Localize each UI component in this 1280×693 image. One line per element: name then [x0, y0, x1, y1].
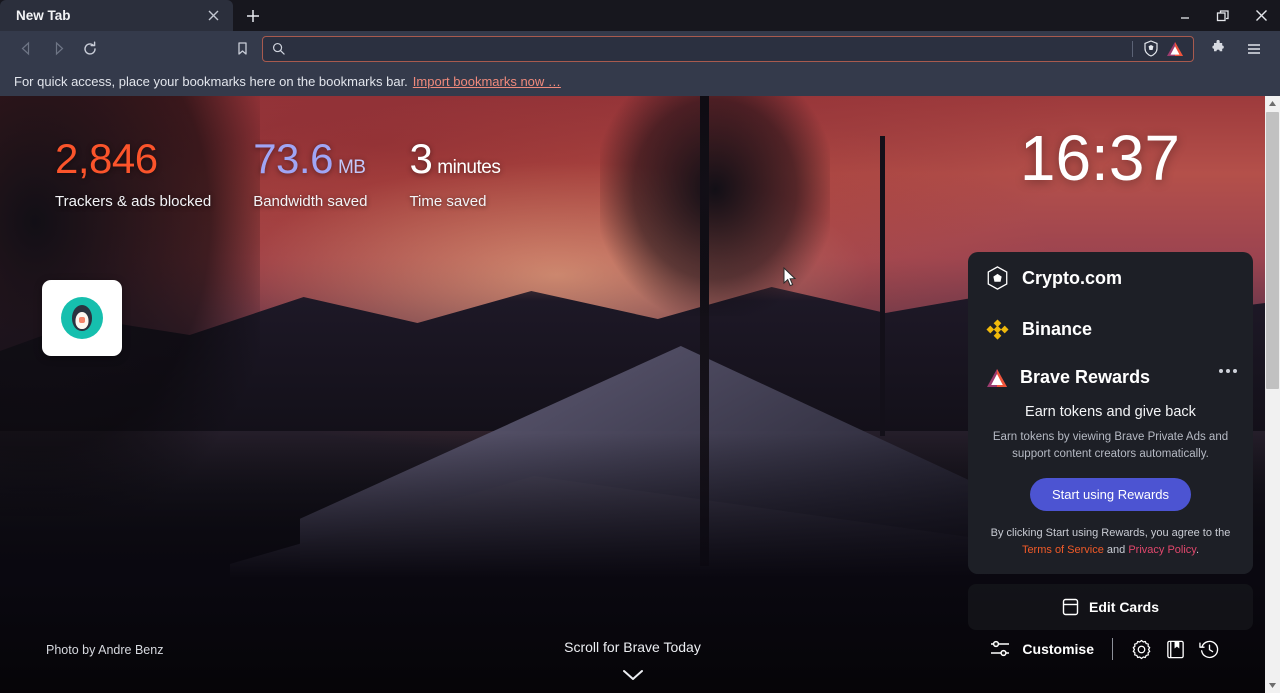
bookmarks-bar: For quick access, place your bookmarks h… — [0, 66, 1280, 96]
reload-icon — [84, 41, 96, 55]
brave-rewards-widget: Brave Rewards Earn tokens and give back … — [968, 355, 1253, 575]
hamburger-menu-icon — [1248, 43, 1260, 54]
browser-tab-new-tab[interactable]: New Tab — [0, 0, 233, 31]
extensions-button[interactable] — [1202, 34, 1234, 64]
terms-of-service-link[interactable]: Terms of Service — [1022, 544, 1104, 556]
bookmark-this-page-button[interactable] — [226, 34, 258, 64]
customise-label: Customise — [1022, 641, 1094, 657]
footer-divider — [1112, 638, 1113, 660]
scroll-hint-label: Scroll for Brave Today — [564, 639, 701, 655]
gear-icon — [1132, 639, 1151, 659]
customise-button[interactable]: Customise — [990, 640, 1094, 658]
search-icon — [272, 42, 285, 55]
rewards-header: Brave Rewards — [968, 355, 1253, 392]
forward-arrow-icon — [55, 41, 63, 56]
binance-icon — [986, 319, 1009, 340]
minimize-icon — [1181, 16, 1189, 19]
stat-label: Time saved — [409, 193, 487, 210]
brave-rewards-triangle-icon — [1167, 41, 1183, 56]
close-window-button[interactable] — [1242, 0, 1280, 31]
legal-prefix: By clicking Start using Rewards, you agr… — [990, 527, 1231, 540]
chevron-down-icon[interactable] — [622, 669, 644, 681]
stat-value: 3 — [409, 135, 433, 182]
stat-value: 2,846 — [55, 135, 158, 182]
bookmarks-bar-message: For quick access, place your bookmarks h… — [14, 73, 408, 89]
reload-button[interactable] — [74, 34, 106, 64]
binance-widget[interactable]: Binance — [968, 304, 1253, 355]
back-button[interactable] — [10, 34, 42, 64]
scrollbar-thumb[interactable] — [1266, 112, 1279, 389]
address-bar[interactable] — [262, 35, 1194, 62]
tree-trunk-secondary — [880, 136, 885, 436]
rewards-title: Brave Rewards — [1020, 367, 1151, 387]
rewards-subtitle: Earn tokens and give back — [1025, 404, 1196, 420]
plus-icon — [247, 10, 259, 22]
tab-close-icon[interactable] — [203, 6, 223, 26]
brave-rewards-triangle-icon — [987, 368, 1007, 387]
penguin-favicon — [61, 297, 103, 339]
ntp-footer-controls: Customise — [990, 638, 1220, 660]
rewards-description: Earn tokens by viewing Brave Private Ads… — [992, 431, 1229, 460]
top-site-tile[interactable] — [42, 280, 122, 356]
tab-title: New Tab — [16, 8, 71, 23]
restore-icon — [1216, 9, 1229, 21]
bookmark-icon — [237, 42, 247, 55]
edit-cards-button[interactable]: Edit Cards — [968, 584, 1253, 631]
settings-button[interactable] — [1131, 639, 1152, 660]
more-options-icon[interactable] — [1219, 369, 1237, 373]
legal-suffix: . — [1195, 543, 1200, 556]
stat-bandwidth-saved: 73.6 MB Bandwidth saved — [253, 135, 368, 211]
scroll-up-arrow-icon — [1269, 101, 1276, 106]
scroll-up-button[interactable] — [1265, 96, 1280, 111]
page-scrollbar[interactable] — [1265, 96, 1280, 693]
privacy-policy-link[interactable]: Privacy Policy — [1128, 544, 1196, 556]
cards-icon — [1062, 599, 1079, 616]
binance-title: Binance — [1022, 319, 1093, 339]
history-button[interactable] — [1199, 639, 1220, 660]
brave-shield-lion-icon — [1144, 40, 1158, 57]
browser-menu-button[interactable] — [1238, 34, 1270, 64]
edit-cards-label: Edit Cards — [1088, 599, 1159, 616]
maximize-button[interactable] — [1204, 0, 1242, 31]
sliders-icon — [991, 640, 1010, 657]
scroll-down-button[interactable] — [1265, 678, 1280, 693]
import-bookmarks-link[interactable]: Import bookmarks now … — [413, 74, 561, 89]
window-controls — [1166, 0, 1280, 31]
back-arrow-icon — [21, 41, 29, 56]
rewards-legal-text: By clicking Start using Rewards, you agr… — [968, 525, 1253, 558]
card-stack: Crypto.com Binance Brave Rewards Earn to… — [968, 252, 1253, 631]
brave-shields-button[interactable] — [1139, 38, 1163, 60]
crypto-com-icon — [987, 266, 1008, 290]
stat-unit: minutes — [437, 157, 501, 178]
crypto-com-title: Crypto.com — [1022, 267, 1123, 288]
stat-time-saved: 3 minutes Time saved — [409, 135, 501, 211]
puzzle-piece-icon — [1211, 40, 1224, 52]
bookmarks-button[interactable] — [1165, 639, 1186, 660]
stat-unit: MB — [337, 157, 366, 178]
crypto-com-widget[interactable]: Crypto.com — [968, 252, 1253, 304]
stat-trackers-blocked: 2,846 Trackers & ads blocked — [55, 135, 212, 211]
privacy-stats: 2,846 Trackers & ads blocked 73.6 MB Band… — [55, 135, 501, 211]
close-icon — [1255, 10, 1267, 21]
history-clock-icon — [1199, 640, 1219, 658]
start-using-rewards-button[interactable]: Start using Rewards — [1029, 478, 1192, 512]
browser-toolbar — [0, 31, 1280, 66]
legal-and: and — [1103, 543, 1129, 556]
clock: 16:37 — [1019, 122, 1180, 194]
scroll-down-arrow-icon — [1269, 683, 1276, 688]
new-tab-page: 2,846 Trackers & ads blocked 73.6 MB Band… — [0, 96, 1265, 693]
address-input[interactable] — [293, 41, 1126, 56]
book-bookmark-icon — [1167, 640, 1184, 658]
minimize-button[interactable] — [1166, 0, 1204, 31]
tab-strip: New Tab — [0, 0, 1280, 31]
stat-label: Bandwidth saved — [253, 193, 368, 210]
brave-rewards-button[interactable] — [1163, 38, 1187, 60]
stat-label: Trackers & ads blocked — [55, 193, 212, 210]
stat-value: 73.6 — [253, 135, 333, 182]
forward-button[interactable] — [42, 34, 74, 64]
omnibox-divider — [1132, 40, 1133, 57]
widget-card-group: Crypto.com Binance Brave Rewards Earn to… — [968, 252, 1253, 575]
new-tab-button[interactable] — [238, 3, 268, 29]
mouse-pointer-icon — [783, 267, 797, 287]
